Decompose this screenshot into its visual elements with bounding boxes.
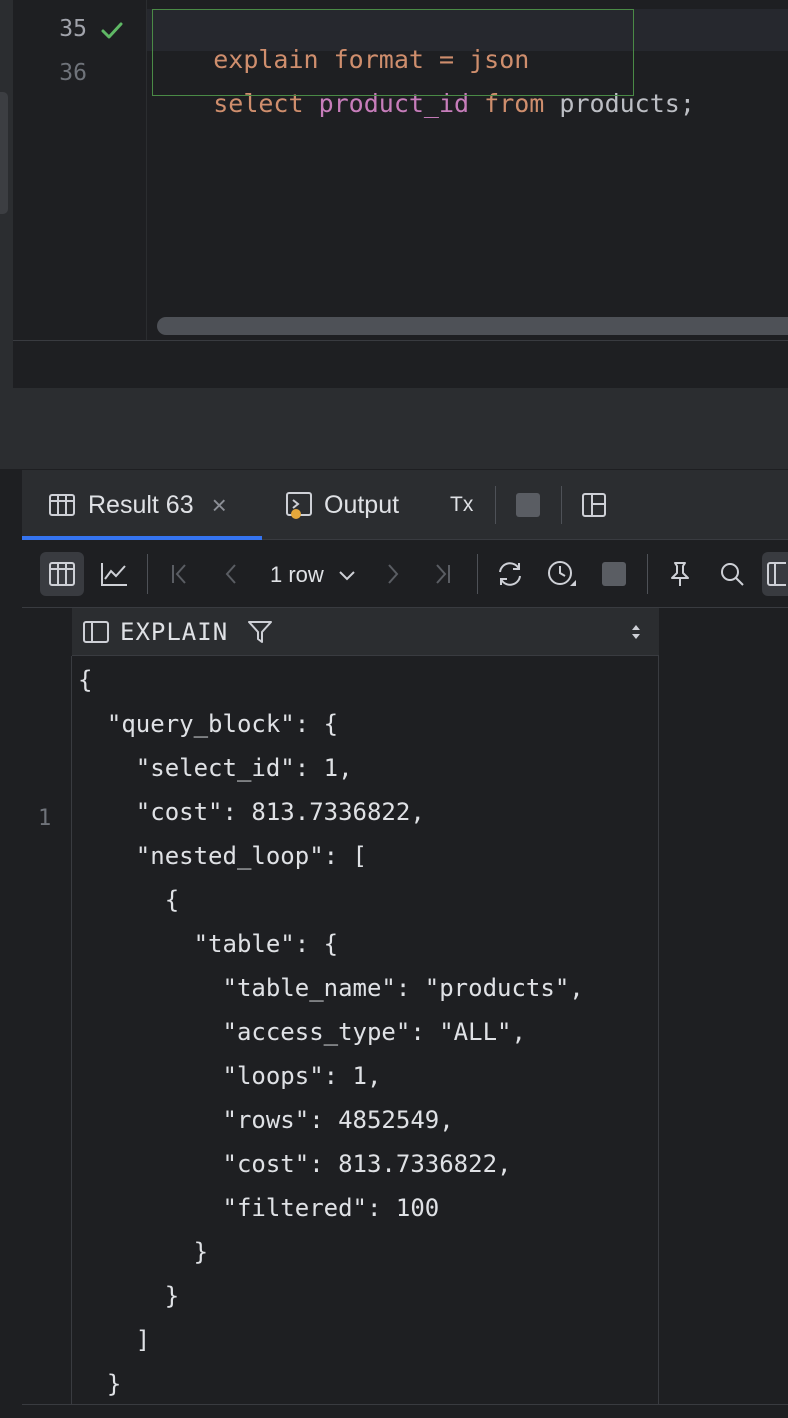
row-count-selector[interactable]: 1 row xyxy=(270,562,356,588)
tab-transaction[interactable]: Tx xyxy=(450,470,473,540)
json-line: ] xyxy=(78,1326,151,1354)
first-page-icon[interactable] xyxy=(158,552,202,596)
json-line: { xyxy=(78,886,180,914)
sql-column: product_id xyxy=(318,89,485,118)
json-line: "table": { xyxy=(78,930,339,958)
tab-label: Result 63 xyxy=(88,490,194,519)
row-count-label: 1 row xyxy=(270,562,324,587)
tab-label: Output xyxy=(324,490,400,519)
sort-icon[interactable] xyxy=(630,622,642,642)
search-icon[interactable] xyxy=(710,552,754,596)
cancel-query-icon[interactable] xyxy=(592,552,636,596)
explain-value-cell[interactable]: { "query_block": { "select_id": 1, "cost… xyxy=(71,656,659,1404)
tab-result-63[interactable]: Result 63 × xyxy=(48,470,227,540)
chart-view-icon[interactable] xyxy=(92,552,136,596)
editor-gutter: 35 36 xyxy=(13,0,147,340)
sql-keyword: from xyxy=(484,89,560,118)
tab-output[interactable]: Output xyxy=(284,470,399,540)
json-line: "rows": 4852549, xyxy=(78,1106,454,1134)
sql-editor[interactable]: 35 36 explain format = json select produ… xyxy=(0,0,788,340)
row-number-gutter: 1 xyxy=(22,608,72,1408)
column-panel-icon xyxy=(83,621,109,643)
sql-semicolon: ; xyxy=(679,89,695,118)
collapse-handle[interactable] xyxy=(0,92,8,214)
results-toolbar: 1 row xyxy=(22,540,788,608)
separator xyxy=(647,554,648,594)
column-label: EXPLAIN xyxy=(120,618,229,646)
value-panel-icon[interactable] xyxy=(762,552,788,596)
json-line: "table_name": "products", xyxy=(78,974,584,1002)
json-line: } xyxy=(78,1238,209,1266)
line-number: 35 xyxy=(59,16,87,42)
separator xyxy=(561,486,562,524)
json-line: { xyxy=(78,666,93,694)
grid-view-icon[interactable] xyxy=(40,552,84,596)
table-icon xyxy=(49,494,75,516)
filter-icon[interactable] xyxy=(247,619,273,645)
horizontal-scrollbar-thumb[interactable] xyxy=(157,317,788,335)
separator xyxy=(147,554,148,594)
column-header-explain[interactable]: EXPLAIN xyxy=(72,608,659,656)
close-icon[interactable]: × xyxy=(212,490,227,521)
sql-keyword: select xyxy=(213,89,319,118)
panel-splitter[interactable] xyxy=(0,388,788,470)
json-line: } xyxy=(78,1370,122,1398)
json-line: "select_id": 1, xyxy=(78,754,353,782)
pin-icon[interactable] xyxy=(658,552,702,596)
line-number: 36 xyxy=(59,60,87,86)
editor-status-area xyxy=(13,340,788,388)
row-number: 1 xyxy=(38,806,52,831)
code-line-36[interactable]: select product_id from products; xyxy=(153,60,695,147)
separator xyxy=(477,554,478,594)
next-page-icon[interactable] xyxy=(370,552,414,596)
sql-table-name: products xyxy=(559,89,680,118)
json-line: "filtered": 100 xyxy=(78,1194,440,1222)
separator xyxy=(495,486,496,524)
last-page-icon[interactable] xyxy=(420,552,464,596)
json-line: "access_type": "ALL", xyxy=(78,1018,526,1046)
layout-icon[interactable] xyxy=(572,483,616,527)
console-icon xyxy=(286,492,312,519)
json-line: } xyxy=(78,1282,180,1310)
json-line: "query_block": { xyxy=(78,710,339,738)
json-line: "loops": 1, xyxy=(78,1062,382,1090)
json-line: "cost": 813.7336822, xyxy=(78,798,425,826)
editor-left-strip xyxy=(0,0,13,388)
check-icon xyxy=(101,22,123,39)
json-line: "nested_loop": [ xyxy=(78,842,367,870)
results-panel: Result 63 × Output Tx 1 row 1 EXPLAIN {… xyxy=(22,470,788,1418)
refresh-icon[interactable] xyxy=(488,552,532,596)
panel-bottom-border xyxy=(22,1404,788,1405)
transaction-icon: Tx xyxy=(450,493,474,516)
stop-icon[interactable] xyxy=(506,483,550,527)
results-tabbar: Result 63 × Output Tx xyxy=(22,470,788,540)
json-line: "cost": 813.7336822, xyxy=(78,1150,512,1178)
history-icon[interactable] xyxy=(540,552,584,596)
chevron-down-icon xyxy=(339,571,355,581)
previous-page-icon[interactable] xyxy=(210,552,254,596)
